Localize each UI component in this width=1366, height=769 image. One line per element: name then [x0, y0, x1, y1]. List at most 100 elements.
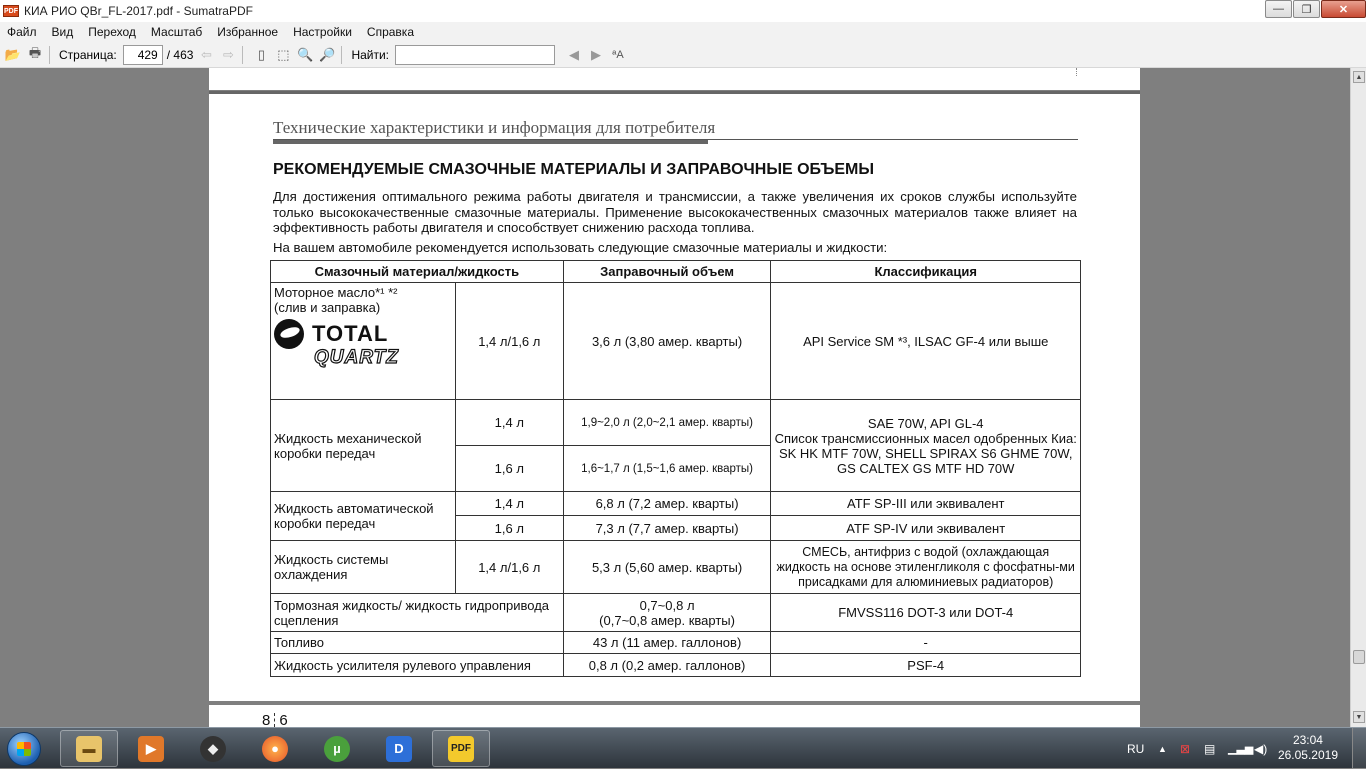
manual-trans-class-3: SK HK MTF 70W, SHELL SPIRAX S6 GHME 70W,… — [778, 445, 1073, 476]
menu-zoom[interactable]: Масштаб — [144, 25, 210, 39]
window-controls: — ❐ ✕ — [1264, 0, 1366, 20]
page-number-page: 6 — [279, 712, 288, 727]
signal-icon[interactable]: ▁▃▅ — [1228, 728, 1253, 769]
taskbar-fox-app[interactable]: ◆ — [184, 730, 242, 767]
menu-goto[interactable]: Переход — [81, 25, 144, 39]
auto-trans-volume-2: 7,3 л (7,7 амер. кварты) — [562, 515, 772, 541]
power-steering-name: Жидкость усилителя рулевого управления — [270, 653, 564, 677]
taskbar-daum-player[interactable]: D — [370, 730, 428, 767]
tray-expand-icon[interactable]: ▲ — [1158, 728, 1167, 769]
clipboard-icon[interactable]: ▤ — [1204, 728, 1215, 769]
power-steering-volume: 0,8 л (0,2 амер. галлонов) — [562, 653, 772, 677]
menu-help[interactable]: Справка — [360, 25, 422, 39]
sumatrapdf-app-icon: PDF — [3, 5, 19, 17]
pdf-icon: PDF — [448, 735, 474, 762]
total-logo-icon — [274, 319, 304, 349]
coolant-engine: 1,4 л/1,6 л — [454, 540, 564, 594]
folder-icon: ▬ — [76, 735, 102, 762]
taskbar-sumatrapdf[interactable]: PDF — [432, 730, 490, 767]
manual-trans-volume-2: 1,6~1,7 л (1,5~1,6 амер. кварты) — [562, 445, 772, 492]
prev-page-icon[interactable]: ⇦ — [197, 46, 215, 64]
zoom-in-icon[interactable]: 🔎 — [318, 46, 336, 64]
find-next-icon[interactable]: ▶ — [587, 46, 605, 64]
auto-trans-class-1: ATF SP-III или эквивалент — [770, 491, 1081, 516]
manual-trans-class: SAE 70W, API GL-4 Список трансмиссионных… — [770, 399, 1081, 492]
open-file-icon[interactable]: 📂 — [4, 46, 22, 64]
print-icon[interactable]: 🖶 — [26, 45, 44, 64]
power-steering-class: PSF-4 — [770, 653, 1081, 677]
window-title: КИА РИО QBr_FL-2017.pdf - SumatraPDF — [24, 4, 253, 18]
coolant-class: СМЕСЬ, антифриз с водой (охлаждающая жид… — [770, 540, 1081, 594]
menu-view[interactable]: Вид — [45, 25, 82, 39]
page-number-input[interactable] — [122, 44, 163, 65]
clock-time: 23:04 — [1292, 733, 1323, 747]
toolbar-separator — [49, 45, 50, 64]
engine-oil-volume: 3,6 л (3,80 амер. кварты) — [562, 282, 772, 400]
table-row: Жидкость системы охлаждения 1,4 л/1,6 л … — [270, 540, 1081, 594]
section-heading: РЕКОМЕНДУЕМЫЕ СМАЗОЧНЫЕ МАТЕРИАЛЫ И ЗАПР… — [273, 161, 875, 178]
next-page-icon[interactable]: ⇨ — [219, 46, 237, 64]
manual-trans-engine-2: 1,6 л — [454, 445, 564, 492]
fit-width-icon[interactable]: ⬚ — [274, 46, 292, 64]
title-bar: PDF КИА РИО QBr_FL-2017.pdf - SumatraPDF… — [0, 0, 1366, 22]
taskbar-media-player[interactable]: ▶ — [122, 730, 180, 767]
engine-oil-engine: 1,4 л/1,6 л — [454, 282, 564, 400]
taskbar-firefox[interactable]: ● — [246, 730, 304, 767]
close-button[interactable]: ✕ — [1321, 0, 1366, 18]
toolbar: 📂 🖶 Страница: / 463 ⇦ ⇨ ▯ ⬚ 🔍 🔎 Найти: ◀… — [0, 42, 1366, 68]
menu-settings[interactable]: Настройки — [286, 25, 360, 39]
col-header-volume: Заправочный объем — [562, 260, 772, 283]
menu-favorites[interactable]: Избранное — [210, 25, 286, 39]
start-button[interactable] — [4, 730, 44, 767]
auto-trans-name: Жидкость автоматической коробки передач — [270, 491, 456, 541]
menu-file[interactable]: Файл — [0, 25, 45, 39]
document-viewport[interactable]: Технические характеристики и информация … — [0, 68, 1350, 727]
taskbar: ▬ ▶ ◆ ● µ D PDF RU ▲ ⊠ ▤ ▁▃▅ ◀) 23:04 26… — [0, 727, 1366, 769]
network-error-icon[interactable]: ⊠ — [1180, 728, 1190, 769]
engine-oil-cell: Моторное масло*¹ *² (слив и заправка) TO… — [270, 282, 456, 400]
fit-page-icon[interactable]: ▯ — [252, 46, 270, 64]
auto-trans-volume-1: 6,8 л (7,2 амер. кварты) — [562, 491, 772, 516]
auto-trans-engine-2: 1,6 л — [454, 515, 564, 541]
auto-trans-engine-1: 1,4 л — [454, 491, 564, 516]
previous-page — [209, 68, 1140, 90]
scroll-down-icon[interactable]: ▼ — [1353, 711, 1365, 723]
zoom-out-icon[interactable]: 🔍 — [296, 46, 314, 64]
language-indicator[interactable]: RU — [1127, 728, 1144, 769]
minimize-button[interactable]: — — [1265, 0, 1292, 18]
taskbar-explorer[interactable]: ▬ — [60, 730, 118, 767]
engine-oil-class: API Service SM *³, ILSAC GF-4 или выше — [770, 282, 1081, 400]
menu-bar: Файл Вид Переход Масштаб Избранное Настр… — [0, 22, 1366, 42]
manual-trans-class-2: Список трансмиссионных масел одобренных … — [774, 430, 1077, 446]
volume-icon[interactable]: ◀) — [1254, 728, 1267, 769]
vertical-scrollbar[interactable]: ▲ ▼ — [1350, 68, 1366, 727]
engine-oil-sub: (слив и заправка) — [274, 300, 381, 315]
coolant-name: Жидкость системы охлаждения — [270, 540, 456, 594]
manual-trans-engine-1: 1,4 л — [454, 399, 564, 446]
table-row: Моторное масло*¹ *² (слив и заправка) TO… — [270, 282, 1081, 400]
windows-logo-icon — [7, 731, 41, 766]
system-clock[interactable]: 23:04 26.05.2019 — [1278, 733, 1338, 763]
manual-trans-class-1: SAE 70W, API GL-4 — [867, 415, 984, 431]
table-row: Жидкость механической коробки передач 1,… — [270, 399, 1081, 492]
total-quartz-logo: TOTAL QUARTZ — [274, 319, 452, 369]
header-rule-bold — [273, 140, 708, 144]
match-case-icon[interactable]: ªA — [609, 46, 627, 64]
taskbar-utorrent[interactable]: µ — [308, 730, 366, 767]
find-input[interactable] — [395, 44, 556, 65]
scrollbar-thumb[interactable] — [1353, 650, 1365, 664]
intro-paragraph: Для достижения оптимального режима работ… — [273, 189, 1077, 235]
manual-trans-volume-1: 1,9~2,0 л (2,0~2,1 амер. кварты) — [562, 399, 772, 446]
brake-fluid-volume: 0,7~0,8 л (0,7~0,8 амер. кварты) — [562, 593, 772, 632]
show-desktop-button[interactable] — [1352, 728, 1366, 769]
daum-player-icon: D — [386, 735, 412, 762]
maximize-button[interactable]: ❐ — [1293, 0, 1320, 18]
logo-total-text: TOTAL — [312, 321, 389, 346]
scroll-up-icon[interactable]: ▲ — [1353, 71, 1365, 83]
brake-fluid-volume-2: (0,7~0,8 амер. кварты) — [599, 612, 735, 628]
next-page: 86 — [209, 705, 1140, 727]
coolant-volume: 5,3 л (5,60 амер. кварты) — [562, 540, 772, 594]
media-player-icon: ▶ — [138, 735, 164, 762]
table-row: Топливо 43 л (11 амер. галлонов) - — [270, 631, 1081, 654]
find-prev-icon[interactable]: ◀ — [565, 46, 583, 64]
